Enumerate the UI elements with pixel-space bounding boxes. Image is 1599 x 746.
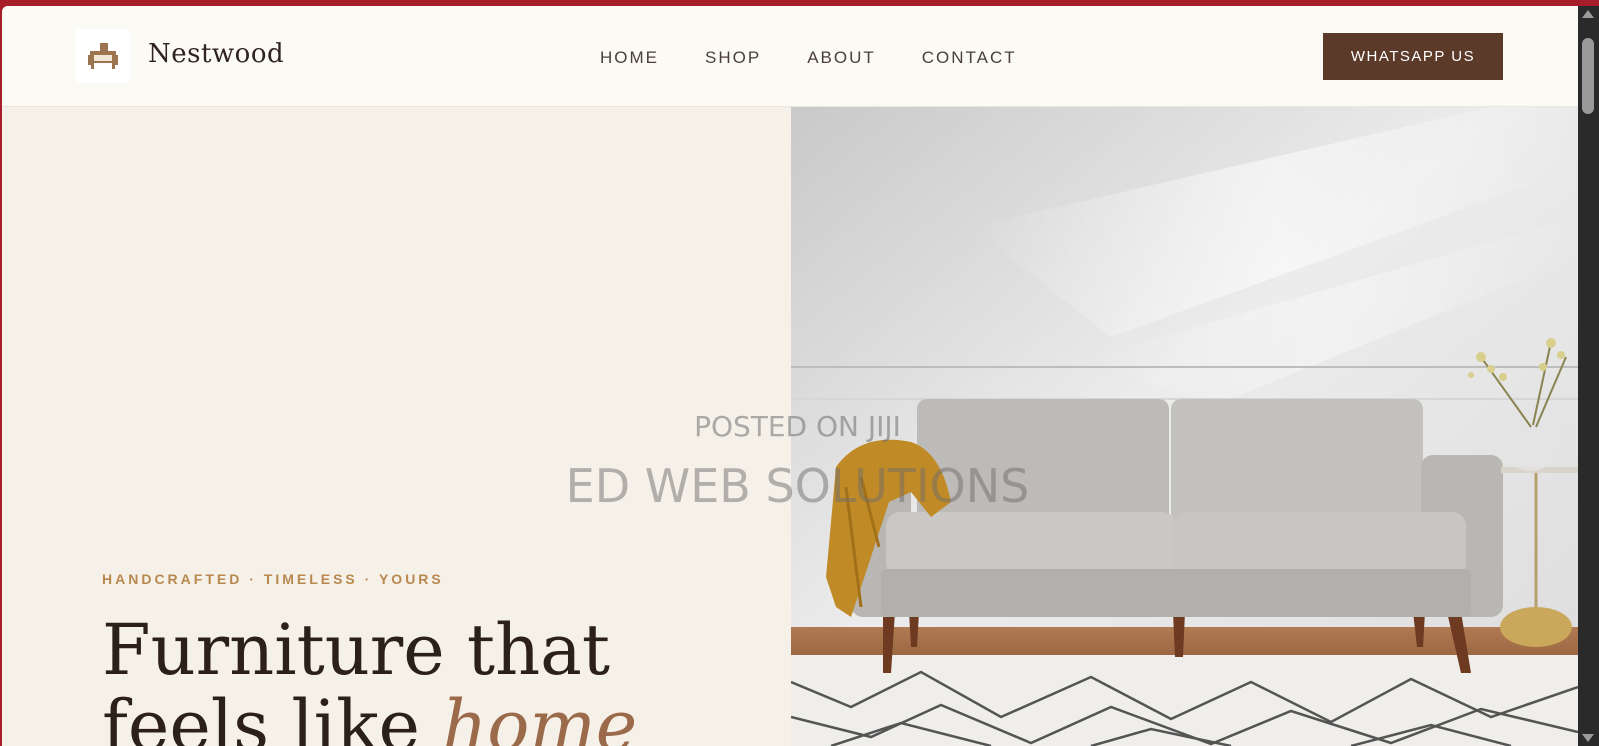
watermark-line-1: POSTED ON JIJI [694, 410, 901, 443]
brand-name[interactable]: Nestwood [148, 39, 284, 69]
headline-line-1: Furniture that [102, 609, 611, 691]
hero-eyebrow: HANDCRAFTED · TIMELESS · YOURS [102, 571, 444, 587]
sofa-icon [88, 43, 118, 69]
nav-about[interactable]: ABOUT [807, 48, 876, 68]
page-frame: Nestwood HOME SHOP ABOUT CONTACT WHATSAP… [2, 6, 1597, 746]
scroll-up-arrow-icon[interactable] [1582, 10, 1594, 18]
nav-home[interactable]: HOME [600, 48, 659, 68]
site-header: Nestwood HOME SHOP ABOUT CONTACT WHATSAP… [2, 6, 1578, 107]
logo[interactable] [76, 29, 130, 83]
scroll-thumb[interactable] [1582, 38, 1594, 114]
nav-contact[interactable]: CONTACT [922, 48, 1017, 68]
scroll-down-arrow-icon[interactable] [1582, 734, 1594, 742]
hero-headline: Furniture that feels like home [102, 612, 742, 746]
vertical-scrollbar[interactable] [1578, 6, 1599, 746]
watermark-line-2: ED WEB SOLUTIONS [565, 459, 1030, 513]
nav-shop[interactable]: SHOP [705, 48, 761, 68]
headline-line-2: feels like [102, 685, 443, 746]
whatsapp-button[interactable]: WHATSAPP US [1323, 33, 1503, 80]
headline-accent: home [442, 685, 638, 746]
main-nav: HOME SHOP ABOUT CONTACT [600, 48, 1017, 68]
